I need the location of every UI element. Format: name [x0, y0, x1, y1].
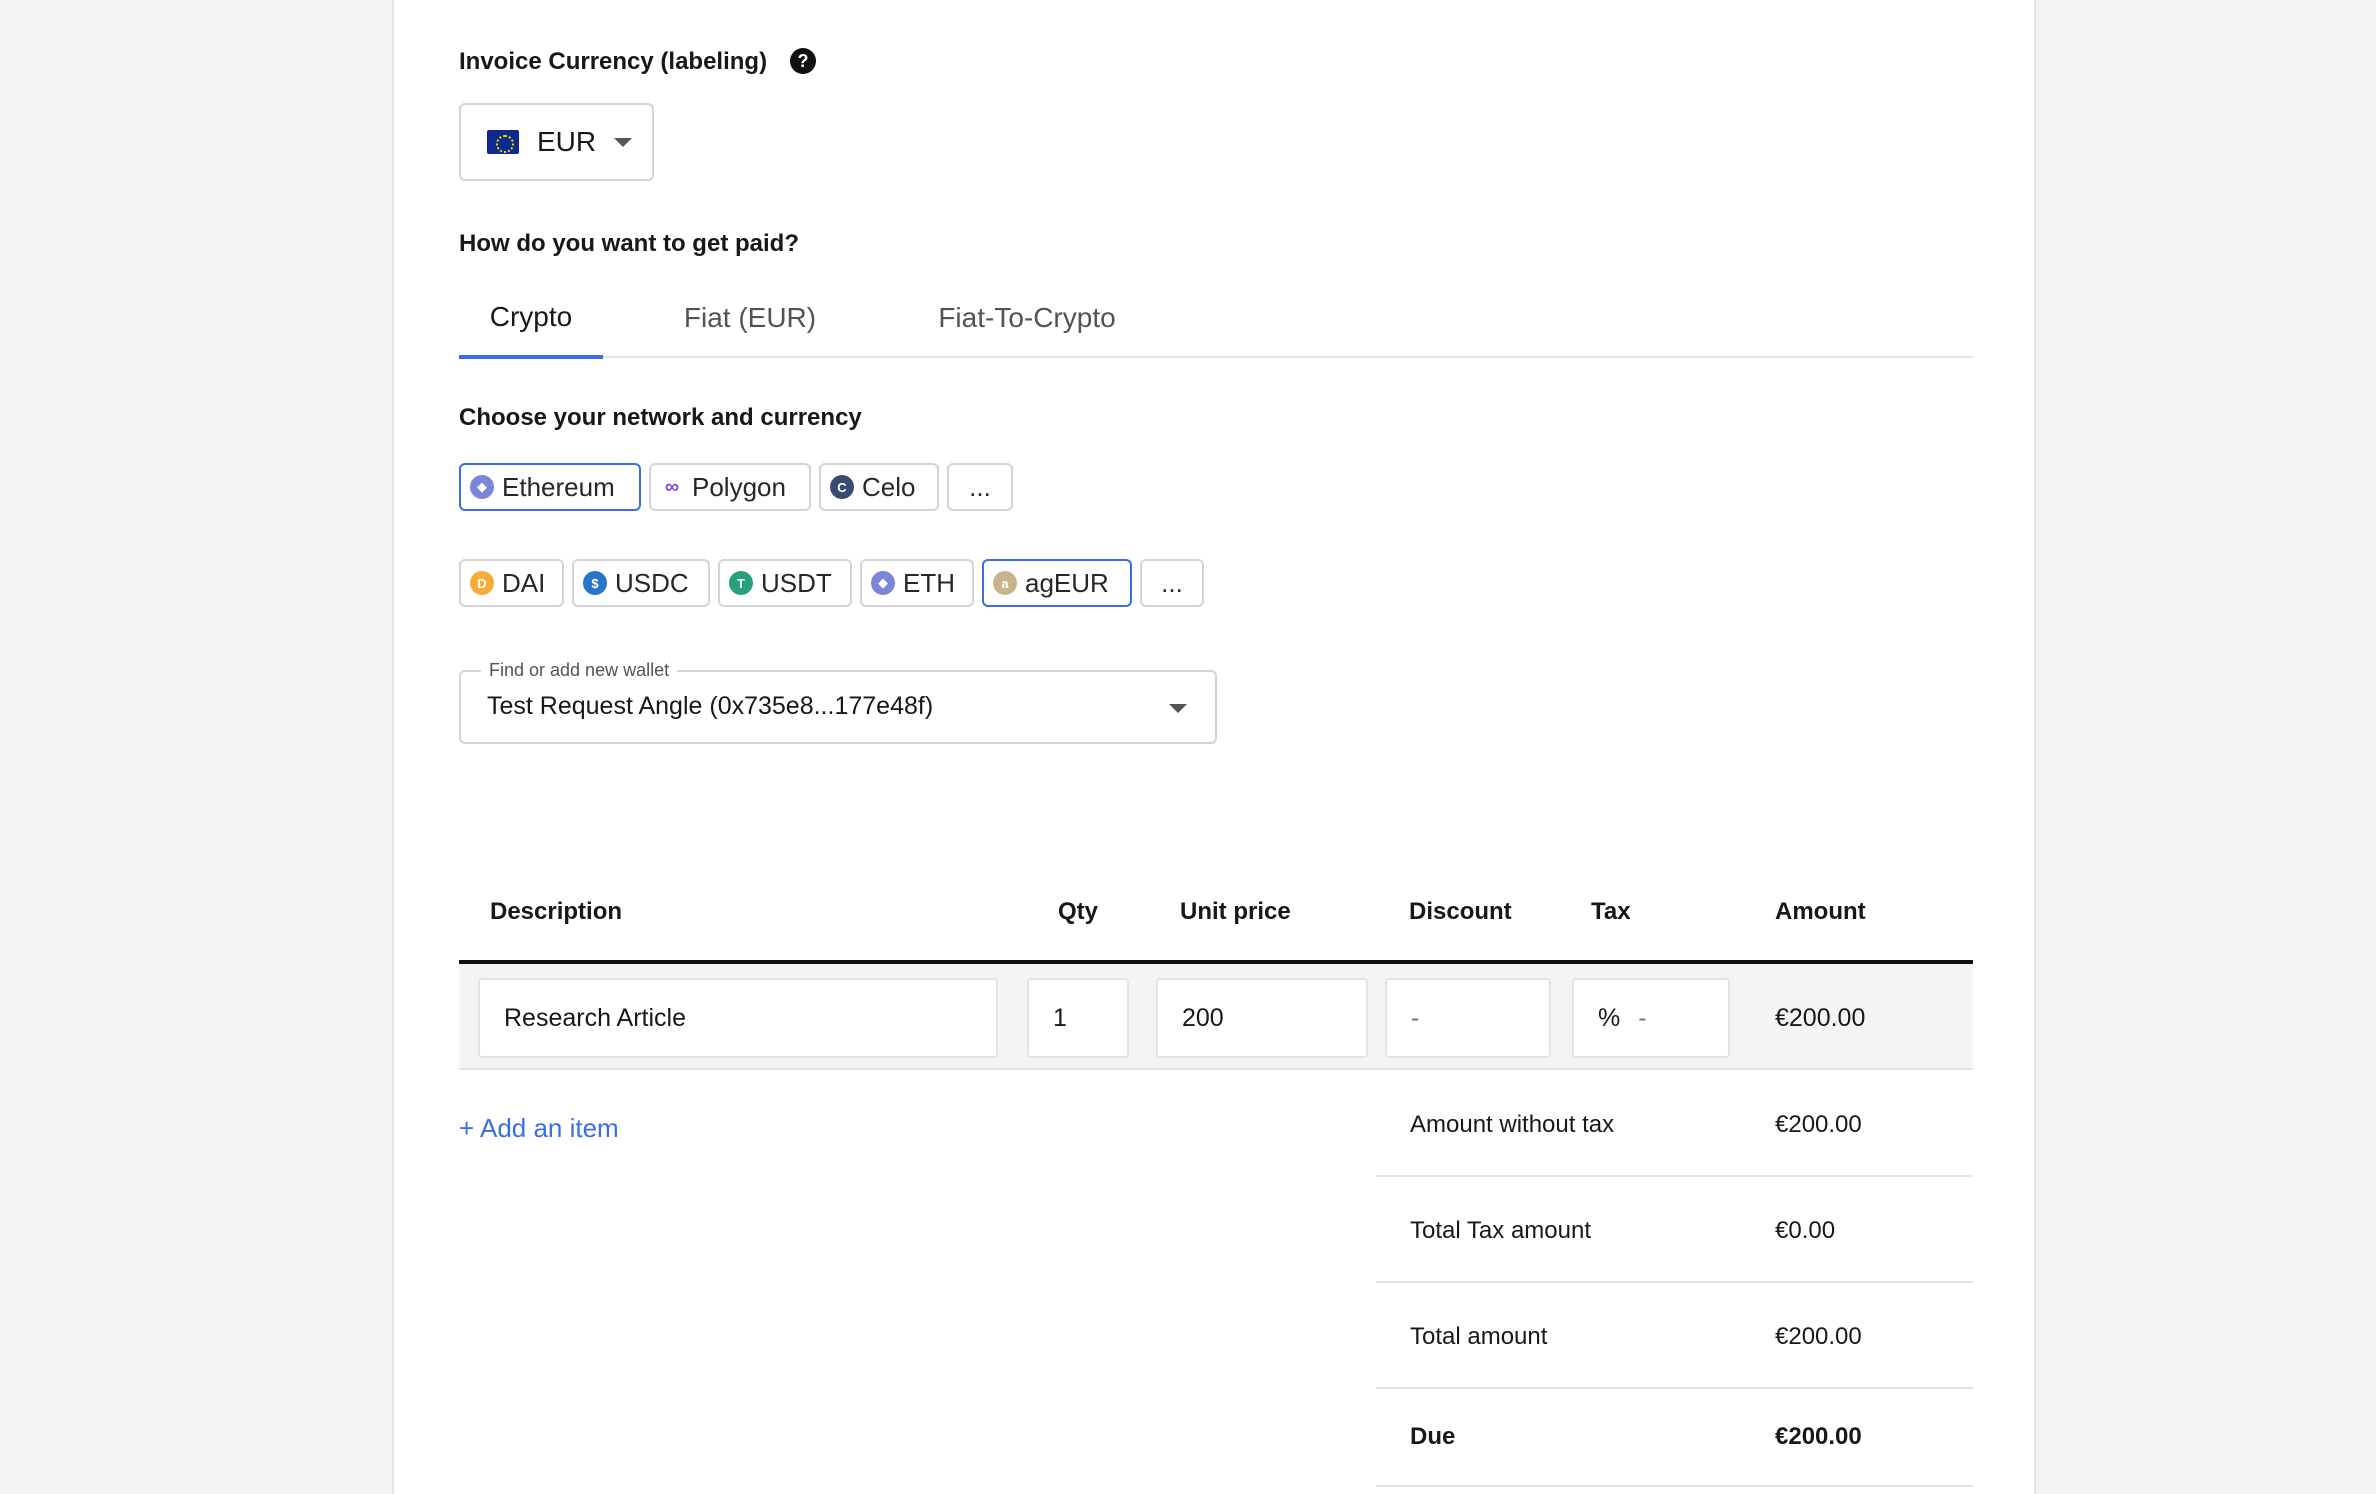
usdc-icon: $: [583, 571, 607, 595]
column-header-amount: Amount: [1775, 898, 1866, 925]
network-label: Polygon: [692, 471, 786, 502]
row-amount: €200.00: [1775, 1004, 1866, 1032]
currency-chip-eth[interactable]: ◆ ETH: [860, 559, 974, 607]
total-tax-label: Total Tax amount: [1410, 1217, 1591, 1244]
currency-label: ETH: [903, 567, 955, 598]
invoice-currency-value: EUR: [537, 126, 597, 157]
usdt-icon: T: [729, 571, 753, 595]
dai-icon: D: [470, 571, 494, 595]
amount-without-tax-value: €200.00: [1775, 1111, 1862, 1138]
payment-tabs: Crypto Fiat (EUR) Fiat-To-Crypto: [459, 278, 1973, 359]
tab-fiat-to-crypto[interactable]: Fiat-To-Crypto: [922, 278, 1132, 358]
currency-label: DAI: [502, 567, 546, 598]
ethereum-icon: ◆: [470, 475, 494, 499]
column-header-discount: Discount: [1409, 898, 1512, 925]
summary-divider: [1376, 1281, 1973, 1283]
qty-input[interactable]: 1: [1027, 978, 1129, 1058]
invoice-currency-select[interactable]: EUR: [459, 103, 654, 181]
due-label: Due: [1410, 1423, 1456, 1450]
currency-label: agEUR: [1025, 567, 1109, 598]
tab-fiat-eur[interactable]: Fiat (EUR): [675, 278, 825, 358]
tab-crypto[interactable]: Crypto: [459, 278, 603, 359]
summary-divider: [1376, 1175, 1973, 1177]
eu-flag-icon: [487, 130, 519, 154]
total-amount-value: €200.00: [1775, 1323, 1862, 1350]
currency-chip-dai[interactable]: D DAI: [459, 559, 564, 607]
ethereum-icon: ◆: [871, 571, 895, 595]
tax-input[interactable]: % -: [1572, 978, 1730, 1058]
percent-unit: %: [1598, 1003, 1621, 1032]
payment-question: How do you want to get paid?: [459, 230, 799, 257]
wallet-select[interactable]: Find or add new wallet Test Request Angl…: [459, 660, 1217, 744]
chevron-down-icon: [614, 137, 633, 147]
column-header-unit-price: Unit price: [1180, 898, 1291, 925]
ageur-icon: a: [993, 571, 1017, 595]
currency-label: USDC: [615, 567, 689, 598]
discount-input[interactable]: -: [1385, 978, 1551, 1058]
network-more-button[interactable]: ...: [947, 463, 1013, 511]
total-tax-value: €0.00: [1775, 1217, 1836, 1244]
summary-divider: [1376, 1485, 1973, 1487]
help-icon[interactable]: ?: [790, 48, 816, 74]
tax-value: -: [1638, 1003, 1647, 1032]
currency-chip-usdt[interactable]: T USDT: [718, 559, 852, 607]
column-header-qty: Qty: [1058, 898, 1099, 925]
network-chip-ethereum[interactable]: ◆ Ethereum: [459, 463, 641, 511]
unit-price-input[interactable]: 200: [1156, 978, 1368, 1058]
due-value: €200.00: [1775, 1423, 1862, 1450]
invoice-currency-label: Invoice Currency (labeling): [459, 48, 768, 75]
invoice-form-card: Invoice Currency (labeling) ? EUR How do…: [392, 0, 2036, 1494]
total-amount-label: Total amount: [1410, 1323, 1548, 1350]
polygon-icon: ∞: [660, 475, 684, 499]
network-label: Celo: [862, 471, 916, 502]
currency-label: USDT: [761, 567, 832, 598]
amount-without-tax-label: Amount without tax: [1410, 1111, 1615, 1138]
celo-icon: C: [830, 475, 854, 499]
wallet-select-label: Find or add new wallet: [481, 660, 678, 681]
chevron-down-icon: [1169, 704, 1187, 713]
summary-divider: [1376, 1387, 1973, 1389]
network-chip-polygon[interactable]: ∞ Polygon: [649, 463, 811, 511]
add-item-button[interactable]: + Add an item: [459, 1113, 619, 1144]
network-label: Ethereum: [502, 471, 615, 502]
currency-chip-ageur[interactable]: a agEUR: [982, 559, 1132, 607]
network-chip-celo[interactable]: C Celo: [819, 463, 939, 511]
currency-chip-usdc[interactable]: $ USDC: [572, 559, 710, 607]
column-header-description: Description: [490, 898, 623, 925]
wallet-select-value: Test Request Angle (0x735e8...177e48f): [487, 692, 934, 720]
currency-more-button[interactable]: ...: [1140, 559, 1204, 607]
description-input[interactable]: Research Article: [478, 978, 998, 1058]
column-header-tax: Tax: [1591, 898, 1631, 925]
network-currency-label: Choose your network and currency: [459, 404, 862, 431]
